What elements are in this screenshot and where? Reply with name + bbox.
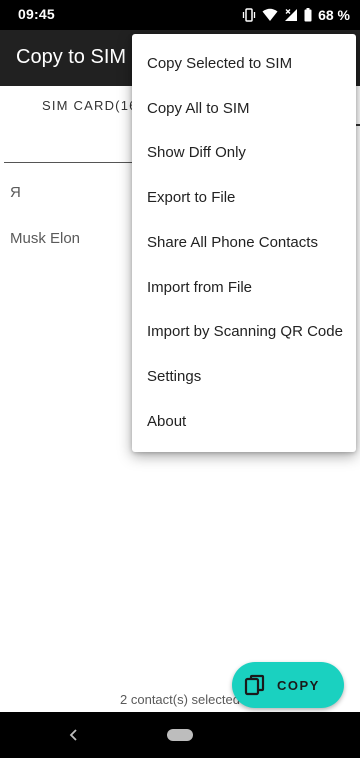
battery-percent: 68 % — [318, 7, 350, 23]
tab-sim-card[interactable]: SIM CARD(16 — [42, 98, 138, 113]
menu-item-import-qr[interactable]: Import by Scanning QR Code — [132, 311, 356, 355]
copy-fab-label: COPY — [277, 678, 320, 693]
menu-item-label: About — [147, 413, 187, 430]
menu-item-about[interactable]: About — [132, 401, 356, 445]
back-icon[interactable] — [66, 725, 82, 745]
status-bar: 09:45 68 % — [0, 0, 360, 30]
menu-item-label: Show Diff Only — [147, 144, 246, 161]
menu-item-label: Import by Scanning QR Code — [147, 323, 343, 340]
menu-item-label: Copy Selected to SIM — [147, 55, 293, 72]
menu-item-settings[interactable]: Settings — [132, 356, 356, 400]
navigation-bar — [0, 712, 360, 758]
menu-item-import-file[interactable]: Import from File — [132, 267, 356, 311]
contact-item[interactable]: Musk Elon — [10, 230, 80, 247]
signal-icon — [284, 8, 298, 22]
menu-item-label: Copy All to SIM — [147, 100, 250, 117]
overflow-menu: Copy Selected to SIM Copy All to SIM Sho… — [132, 34, 356, 452]
menu-item-export-file[interactable]: Export to File — [132, 177, 356, 221]
menu-item-share-contacts[interactable]: Share All Phone Contacts — [132, 222, 356, 266]
contact-item[interactable]: Я — [10, 184, 21, 201]
menu-item-label: Share All Phone Contacts — [147, 234, 318, 251]
menu-item-copy-all[interactable]: Copy All to SIM — [132, 88, 356, 132]
menu-item-label: Import from File — [147, 279, 253, 296]
menu-item-label: Export to File — [147, 189, 236, 206]
copy-fab-button[interactable]: COPY — [232, 662, 344, 708]
vibrate-icon — [242, 8, 256, 22]
status-icons: 68 % — [242, 6, 350, 24]
menu-item-copy-selected[interactable]: Copy Selected to SIM — [132, 43, 356, 87]
copy-icon — [244, 674, 266, 696]
status-time: 09:45 — [18, 6, 55, 22]
menu-item-show-diff[interactable]: Show Diff Only — [132, 132, 356, 176]
battery-icon — [304, 8, 312, 22]
wifi-icon — [262, 8, 278, 22]
menu-item-label: Settings — [147, 368, 202, 385]
home-pill[interactable] — [167, 729, 193, 741]
